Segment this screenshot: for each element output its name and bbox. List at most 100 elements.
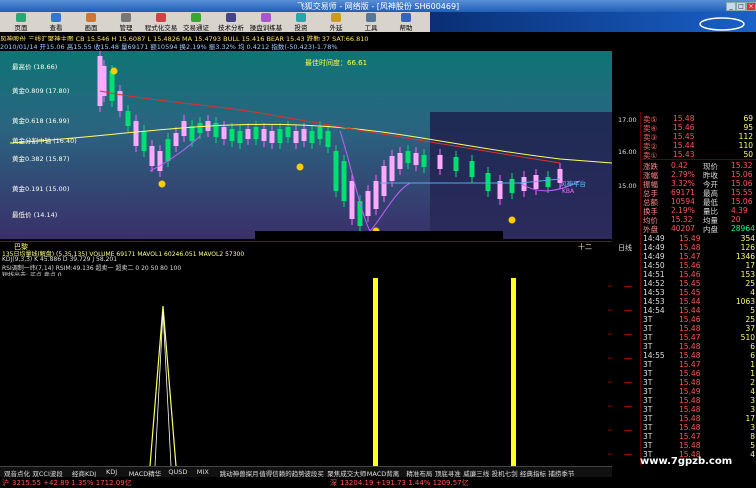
- axis-tick: [624, 358, 632, 359]
- toolbar-icon: [156, 13, 166, 22]
- candle-body: [229, 129, 235, 141]
- axis-tick: [624, 286, 632, 287]
- candle-body: [141, 131, 147, 151]
- indicator-header: 巴黎 十二 135日均量线(解盘) (5,35,135) VOLUME 6917…: [0, 239, 612, 279]
- stat-value: 0.42: [671, 161, 688, 170]
- toolbar-button[interactable]: 外延: [319, 13, 353, 32]
- tick-volume: 1346: [735, 252, 755, 261]
- toolbar-button[interactable]: 技术分析: [214, 13, 248, 32]
- logo-swoosh-icon: [699, 17, 745, 31]
- toolbar-button[interactable]: 工具: [354, 13, 388, 32]
- maximize-icon[interactable]: □: [736, 2, 746, 11]
- toolbar-label: 投资: [294, 24, 308, 32]
- tick-price: 15.48: [679, 396, 701, 405]
- tick-volume: 25: [745, 279, 755, 288]
- tick-volume: 2: [750, 378, 755, 387]
- ask-price: 15.48: [673, 114, 695, 123]
- tick-time: 3T: [643, 405, 653, 414]
- candle-body: [277, 129, 283, 143]
- toolbar-button[interactable]: 操盘训练基地: [249, 13, 283, 42]
- status-bar: 沪 3215.55 +42.89 1.35% 1712.09亿 深 13204.…: [0, 477, 756, 487]
- candle-body: [285, 127, 291, 137]
- toolbar-button[interactable]: 查看: [39, 13, 73, 32]
- axis-tick: [624, 310, 632, 311]
- tick-time: 3T: [643, 441, 653, 450]
- price-tick: 16.00: [618, 148, 637, 156]
- toolbar-button[interactable]: 程式化交易: [144, 13, 178, 32]
- fib-level-label: 黄金0.618 (16.99): [12, 117, 70, 125]
- toolbar-icon: [51, 13, 61, 22]
- stat-value: 15.32: [731, 161, 753, 170]
- stat-value: 20: [731, 215, 741, 224]
- stat-value: 10594: [671, 197, 695, 206]
- day-tab[interactable]: 日线: [618, 243, 632, 253]
- candle-body: [317, 127, 323, 139]
- indicator-tab[interactable]: KDJ: [106, 468, 117, 476]
- candle-body: [237, 131, 243, 143]
- watermark: www.7gpzb.com: [640, 456, 733, 467]
- toolbar-icon: [121, 13, 131, 22]
- fib-level-label: 黄金0.809 (17.80): [12, 87, 70, 95]
- ask-price: 15.45: [673, 132, 695, 141]
- toolbar-icon: [226, 13, 236, 22]
- tick-time: 14:49: [643, 243, 665, 252]
- toolbar-icon: [401, 13, 411, 22]
- spike-line-inner: [154, 310, 172, 467]
- tick-volume: 126: [740, 243, 755, 252]
- candle-body: [421, 155, 427, 167]
- indicator-tab[interactable]: MIX: [197, 468, 209, 476]
- close-icon[interactable]: ×: [746, 2, 756, 11]
- toolbar-button[interactable]: 投资: [284, 13, 318, 32]
- tick-volume: 8: [750, 432, 755, 441]
- toolbar-icon: [191, 13, 201, 22]
- stat-value: 69171: [671, 188, 695, 197]
- indicator-tab[interactable]: QUSD: [168, 468, 187, 476]
- tick-price: 15.45: [679, 288, 701, 297]
- candle-body: [333, 151, 339, 191]
- candle-body: [125, 111, 131, 126]
- toolbar-label: 管理: [119, 24, 133, 32]
- toolbar-button[interactable]: 交易通证: [179, 13, 213, 32]
- toolbar-button[interactable]: 帮助: [389, 13, 423, 32]
- sentiment-label: 最佳时间度：66.61: [305, 59, 368, 67]
- stat-value: 2.79%: [671, 170, 695, 179]
- kdj-row: KDJ(9,3,3) K 45.886 D 39.729 J 58.201: [2, 256, 118, 263]
- stat-value: 4.39: [731, 206, 748, 215]
- tick-time: 3T: [643, 315, 653, 324]
- minimize-icon[interactable]: _: [726, 2, 736, 11]
- candle-body: [413, 153, 419, 165]
- ask-volume: 112: [738, 132, 753, 141]
- tick-price: 15.48: [679, 351, 701, 360]
- tick-time: 14:55: [643, 351, 665, 360]
- tick-time: 14:53: [643, 288, 665, 297]
- toolbar-button[interactable]: 画面: [74, 13, 108, 32]
- toolbar-label: 画面: [84, 24, 98, 32]
- tick-price: 15.48: [679, 441, 701, 450]
- tick-price: 15.46: [679, 369, 701, 378]
- toolbar-button[interactable]: 页面: [4, 13, 38, 32]
- toolbar-button[interactable]: 管理: [109, 13, 143, 32]
- tick-volume: 354: [740, 234, 755, 243]
- info-row-2: 2010/01/14 开15.06 高15.55 收15.48 量69171 额…: [0, 41, 430, 51]
- tick-volume: 6: [750, 351, 755, 360]
- candle-body: [405, 151, 411, 163]
- signal-plot: [149, 278, 612, 467]
- fib-level-label: 最高价 (18.66): [12, 63, 58, 71]
- tick-price: 15.49: [679, 234, 701, 243]
- candle-body: [173, 133, 179, 146]
- tick-volume: 4: [750, 288, 755, 297]
- tick-price: 15.47: [679, 360, 701, 369]
- ask-volume: 69: [743, 114, 753, 123]
- sub-axis: 日线: [612, 239, 640, 276]
- tick-time: 14:51: [643, 270, 665, 279]
- ask-price: 15.46: [673, 123, 695, 132]
- toolbar-label: 技术分析: [218, 24, 244, 32]
- signal-panel: [0, 276, 612, 467]
- stat-value: 15.06: [731, 197, 753, 206]
- tick-price: 15.49: [679, 387, 701, 396]
- tick-price: 15.48: [679, 342, 701, 351]
- fib-level-label: 黄金分割中轴 (16.40): [12, 137, 77, 145]
- toolbar: 页面 查看 画面 管理 程式化交易交易通证 技术分析操盘训练基地 投资 外延 工具 帮助: [0, 12, 430, 42]
- candle-body: [357, 201, 363, 226]
- window-title: 飞狐交易师 - 网络版 - [风神股份 SH600469]: [296, 2, 460, 11]
